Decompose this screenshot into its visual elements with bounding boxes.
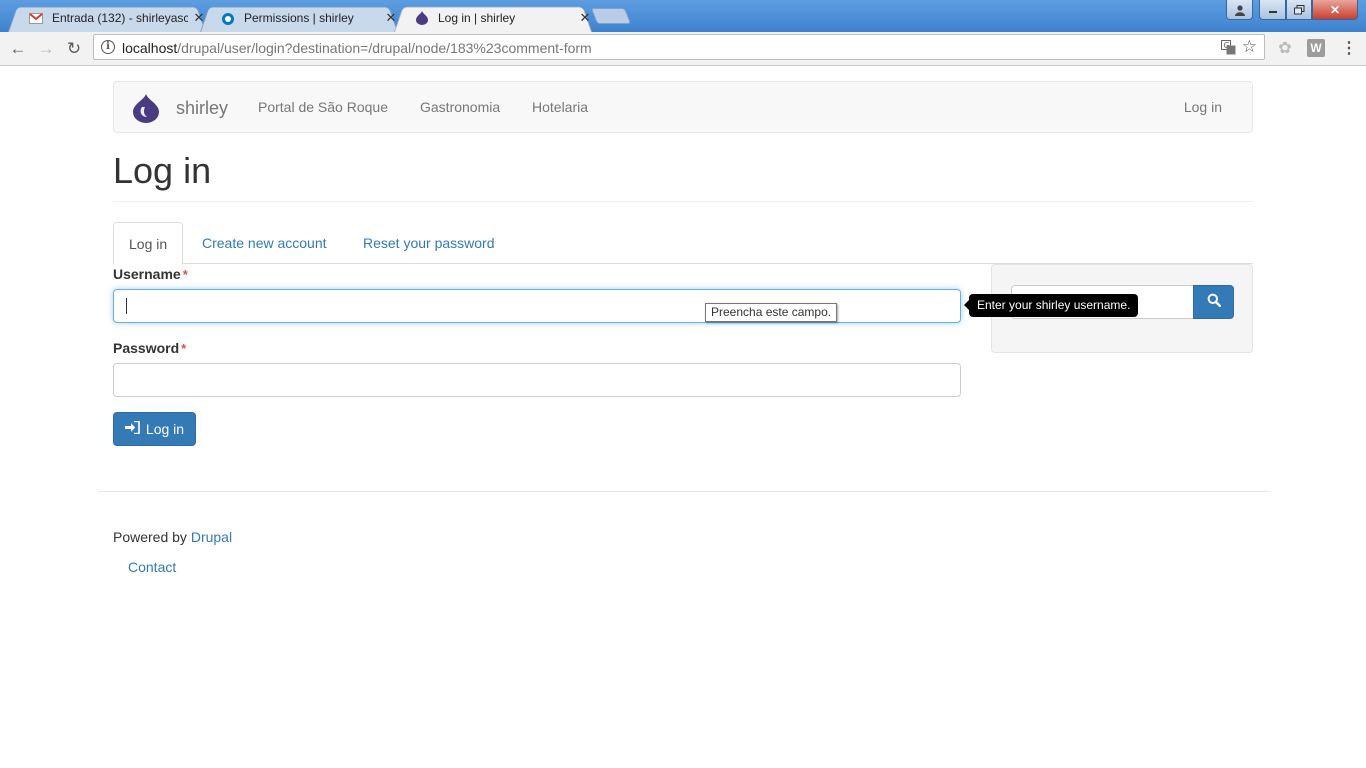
drupal-link[interactable]: Drupal — [191, 529, 232, 545]
restore-button[interactable] — [1286, 0, 1312, 20]
translate-icon[interactable]: G — [1221, 40, 1236, 58]
tab-log-in[interactable]: Log in — [113, 222, 184, 265]
new-tab-button[interactable] — [590, 8, 632, 24]
profile-icon[interactable] — [1226, 0, 1253, 20]
bookmark-star-icon[interactable]: ☆ — [1242, 37, 1257, 57]
tab-reset-password[interactable]: Reset your password — [348, 222, 510, 264]
local-tasks-tabs: Log in Create new account Reset your pas… — [113, 222, 1253, 265]
title-divider — [113, 201, 1253, 202]
tab-create-account[interactable]: Create new account — [187, 222, 342, 264]
address-bar[interactable]: i localhost/drupal/user/login?destinatio… — [93, 34, 1265, 60]
password-input[interactable] — [113, 363, 961, 397]
search-icon — [1207, 293, 1221, 312]
username-help-tooltip: Enter your shirley username. — [963, 294, 1139, 317]
w-extension-icon[interactable]: W — [1307, 39, 1325, 57]
menu-icon[interactable]: ⋮ — [1340, 39, 1358, 57]
page-title: Log in — [113, 150, 212, 191]
contact-link[interactable]: Contact — [128, 559, 176, 575]
site-navbar: shirley Portal de São Roque Gastronomia … — [113, 81, 1253, 133]
nav-link-gastronomia[interactable]: Gastronomia — [420, 99, 500, 115]
nav-link-portal[interactable]: Portal de São Roque — [258, 99, 388, 115]
url-text[interactable]: localhost/drupal/user/login?destination=… — [122, 40, 592, 56]
tab-title: Log in | shirley — [438, 11, 516, 25]
password-label: Password * — [113, 340, 187, 356]
footer-divider — [98, 491, 1268, 492]
nav-link-login[interactable]: Log in — [1184, 99, 1222, 115]
drupal-icon — [414, 10, 430, 26]
search-button[interactable] — [1193, 285, 1234, 319]
minimize-button[interactable] — [1259, 0, 1286, 20]
required-marker: * — [182, 267, 188, 282]
nav-link-hotelaria[interactable]: Hotelaria — [532, 99, 588, 115]
extension-icon[interactable]: ✿ — [1276, 39, 1294, 57]
login-submit-button[interactable]: Log in — [113, 412, 196, 446]
window-titlebar: Entrada (132) - shirleyasc ✕ Permissions… — [0, 0, 1366, 32]
close-tab-icon[interactable]: ✕ — [578, 10, 592, 26]
login-submit-label: Log in — [145, 421, 185, 437]
browser-tab-login[interactable]: Log in | shirley ✕ — [394, 4, 592, 32]
tab-title: Entrada (132) - shirleyasc — [52, 11, 188, 25]
powered-by-text: Powered by Drupal — [113, 529, 233, 545]
username-label: Username * — [113, 266, 188, 282]
drupal-logo-icon[interactable] — [132, 93, 160, 123]
log-in-icon — [124, 420, 140, 437]
site-brand[interactable]: shirley — [176, 98, 228, 119]
validation-tooltip: Preencha este campo. — [705, 303, 838, 322]
forward-arrow-icon[interactable]: → — [35, 38, 57, 60]
gmail-icon — [28, 10, 44, 26]
site-info-icon[interactable]: i — [101, 40, 115, 54]
drupal-icon — [220, 10, 236, 26]
reload-icon[interactable]: ↻ — [63, 38, 85, 60]
text-caret — [126, 298, 127, 314]
tab-title: Permissions | shirley — [244, 11, 354, 25]
browser-tab-permissions[interactable]: Permissions | shirley ✕ — [200, 4, 398, 32]
browser-tab-gmail[interactable]: Entrada (132) - shirleyasc ✕ — [8, 4, 206, 32]
close-window-button[interactable]: ✕ — [1312, 0, 1358, 20]
required-marker: * — [181, 341, 187, 356]
back-arrow-icon[interactable]: ← — [7, 38, 29, 60]
